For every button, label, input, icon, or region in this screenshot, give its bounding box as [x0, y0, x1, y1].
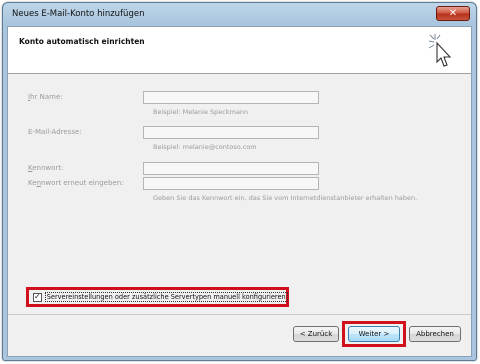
manual-config-label[interactable]: Servereinstellungen oder zusätzliche Ser…	[44, 292, 288, 302]
page-title: Konto automatisch einrichten	[19, 37, 145, 46]
password-field[interactable]	[143, 162, 319, 175]
password-label-rest: ennwort:	[32, 164, 64, 172]
email-label: E-Mail-Adresse:	[28, 128, 82, 136]
back-button[interactable]: < Zurück	[293, 326, 339, 342]
title-bar[interactable]: Neues E-Mail-Konto hinzufügen ✕	[3, 3, 476, 25]
window-title: Neues E-Mail-Konto hinzufügen	[12, 9, 145, 19]
cancel-button[interactable]: Abbrechen	[409, 326, 461, 342]
dialog-window: Neues E-Mail-Konto hinzufügen ✕ Konto au…	[2, 2, 477, 361]
name-hint: Beispiel: Melanie Speckmann	[153, 108, 249, 116]
wizard-cursor-icon	[428, 34, 452, 67]
email-hint: Beispiel: melanie@contoso.com	[153, 143, 257, 151]
manual-config-checkbox[interactable]: ✓	[33, 292, 42, 302]
manual-config-highlight: ✓ Servereinstellungen oder zusätzliche S…	[26, 287, 289, 307]
password-hint: Geben Sie das Kennwort ein, das Sie vom …	[153, 194, 418, 202]
password-confirm-label: Kennwort erneut eingeben:	[28, 179, 124, 187]
checkmark-icon: ✓	[34, 292, 41, 301]
close-icon: ✕	[448, 7, 458, 19]
password-confirm-field[interactable]	[143, 177, 319, 190]
footer-divider	[8, 314, 471, 315]
close-button[interactable]: ✕	[436, 6, 470, 21]
name-field[interactable]	[143, 91, 319, 104]
password-label: Kennwort:	[28, 164, 64, 172]
wizard-header: Konto automatisch einrichten	[8, 27, 471, 74]
next-button[interactable]: Weiter >	[348, 326, 400, 342]
email-field[interactable]	[143, 126, 319, 139]
name-label: Ihr Name:	[28, 93, 63, 101]
name-label-rest: hr Name:	[30, 93, 63, 101]
dialog-body: Konto automatisch einrichten Ihr Name: B…	[7, 26, 472, 357]
